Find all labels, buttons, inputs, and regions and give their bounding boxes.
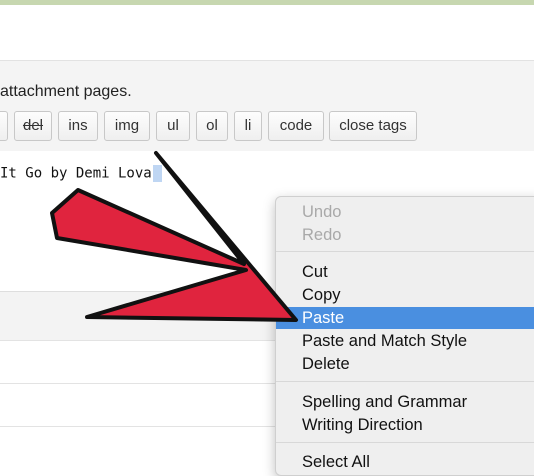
quicktag-partial-button[interactable] (0, 111, 8, 141)
menu-separator (276, 381, 534, 382)
editor-content[interactable]: It Go by Demi Lova (0, 165, 162, 182)
quicktag-ol-button[interactable]: ol (196, 111, 228, 141)
menu-item-cut[interactable]: Cut (276, 261, 534, 283)
quicktag-code-button[interactable]: code (268, 111, 324, 141)
text-selection (152, 165, 162, 182)
quicktag-li-button[interactable]: li (234, 111, 262, 141)
quicktag-img-button[interactable]: img (104, 111, 150, 141)
menu-item-select-all[interactable]: Select All (276, 451, 534, 473)
menu-item-paste[interactable]: Paste (276, 307, 534, 329)
menu-separator (276, 251, 534, 252)
menu-separator (276, 442, 534, 443)
menu-item-paste-and-match-style[interactable]: Paste and Match Style (276, 330, 534, 352)
context-menu: Undo Redo Cut Copy Paste Paste and Match… (275, 196, 534, 476)
quicktag-ins-button[interactable]: ins (58, 111, 98, 141)
menu-item-copy[interactable]: Copy (276, 284, 534, 306)
quicktag-close-tags-button[interactable]: close tags (329, 111, 417, 141)
settings-description: attachment pages. (0, 83, 132, 100)
menu-item-redo: Redo (302, 226, 342, 244)
quicktags-toolbar: del ins img ul ol li code close tags (0, 111, 534, 143)
editor-text: It Go by Demi Lova (0, 165, 152, 182)
quicktag-del-button[interactable]: del (14, 111, 52, 141)
settings-panel: attachment pages. del ins img ul ol li c… (0, 60, 534, 152)
page-header-area (0, 5, 534, 60)
menu-item-delete[interactable]: Delete (276, 353, 534, 375)
menu-item-spelling-and-grammar[interactable]: Spelling and Grammar (276, 391, 534, 413)
menu-item-writing-direction[interactable]: Writing Direction (276, 414, 534, 436)
quicktag-ul-button[interactable]: ul (156, 111, 190, 141)
menu-item-undo: Undo (302, 203, 342, 221)
